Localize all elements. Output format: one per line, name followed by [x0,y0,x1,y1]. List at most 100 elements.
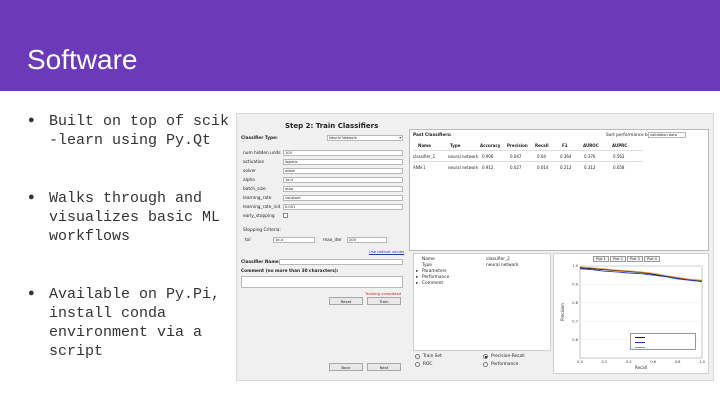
table-header-type: Type [450,143,461,148]
param-label: early_stopping [243,214,275,219]
table-cell: 0.04 [537,154,546,159]
past-classifiers-label: Past Classifiers: [413,133,452,138]
info-value: neural network [486,263,519,268]
info-key: Name [422,257,435,262]
param-field[interactable]: 0.001 [283,204,403,210]
plot-tab-2[interactable]: Plot 2 [610,256,626,262]
table-header-accuracy: Accuracy [480,143,501,148]
param-field[interactable]: auto [283,186,403,192]
expand-icon[interactable]: ▸ [416,281,418,286]
plot-tab-4[interactable]: Plot 4 [644,256,660,262]
chevron-down-icon: ▾ [399,136,401,140]
table-cell: 0.906 [482,154,494,159]
radio-precision-recall[interactable] [483,354,488,359]
stopping-criteria-label: Stopping Criteria: [243,228,281,233]
back-button[interactable]: Back [329,363,363,371]
use-defaults-link[interactable]: Use default values [369,249,404,254]
y-tick-label: 0.6 [572,338,578,342]
x-tick-label: 0.2 [602,360,608,364]
classifier-info-panel: Name classifier_2 Type neural network ▸ … [413,253,551,351]
y-tick-label: 1.0 [572,264,578,268]
table-divider [413,150,643,151]
plot-tab-3[interactable]: Plot 3 [627,256,643,262]
param-label: activation [243,160,265,165]
table-cell: 0.312 [584,165,596,170]
classifier-type-select[interactable]: Neural Network ▾ [327,135,403,141]
param-field[interactable]: constant [283,195,403,201]
y-tick-label: 0.8 [572,301,578,305]
slide-header: Software [0,0,720,91]
bullet-text: Walks through and visualizes basic ML wo… [49,190,221,245]
step-title: Step 2: Train Classifiers [285,122,379,130]
tol-field[interactable]: 1e-4 [273,237,315,243]
param-field[interactable]: logistic [283,159,403,165]
radio-roc[interactable] [415,362,420,367]
plot-legend [630,333,696,350]
classifier-name-input[interactable] [279,259,403,265]
param-label: learning_rate_init [243,205,281,210]
info-key: Type [422,263,432,268]
table-cell: classifier_1 [413,154,436,159]
param-label: num hidden units [243,151,281,156]
radio-label: Train Set [423,354,442,359]
info-key: Comment [422,281,444,286]
param-field[interactable]: adam [283,168,403,174]
bullet-dot-icon: ● [28,115,35,127]
comment-label: Comment (no more than 30 characters): [241,269,339,274]
reset-button[interactable]: Reset [329,297,363,305]
radio-label: Performance [491,362,519,367]
bullet-dot-icon: ● [28,192,35,204]
tol-label: tol [245,238,251,243]
table-cell: 0.014 [537,165,549,170]
x-axis-label: Recall [635,365,647,370]
x-tick-label: 0.6 [650,360,656,364]
table-cell: 0.563 [613,154,625,159]
app-screenshot: Step 2: Train Classifiers Classifier Typ… [236,113,714,381]
param-label: alpha [243,178,255,183]
table-header-recall: Recall [535,143,549,148]
param-label: learning_rate [243,196,272,201]
table-cell: ANN 1 [413,165,426,170]
bullet-text: Available on Py.Pi, install conda enviro… [49,286,221,360]
expand-icon[interactable]: ▸ [416,269,418,274]
table-header-auroc: AUROC [583,143,599,148]
radio-performance[interactable] [483,362,488,367]
max-iter-label: max_iter [323,238,342,243]
table-cell: 0.058 [613,165,625,170]
param-label: batch_size [243,187,266,192]
sort-select[interactable]: validation data [648,132,686,138]
info-value: classifier_2 [486,257,510,262]
table-cell: neural network [448,165,479,170]
expand-icon[interactable]: ▸ [416,275,418,280]
info-key: Parameters [422,269,447,274]
early-stopping-checkbox[interactable] [283,213,288,218]
train-button[interactable]: Train [367,297,401,305]
table-header-precision: Precision [507,143,528,148]
param-field[interactable]: 1e-4 [283,177,403,183]
max-iter-field[interactable]: 200 [347,237,387,243]
precision-recall-chart: 0.6 0.7 0.8 0.9 1.0 0.0 0.2 0.4 0.6 0.8 1.0 Recall P… [560,264,706,370]
legend-swatch [635,337,645,338]
comment-input[interactable] [241,276,403,288]
plot-tab-1[interactable]: Plot 1 [593,256,609,262]
table-divider [413,161,643,162]
radio-train-set[interactable] [415,354,420,359]
table-cell: 0.212 [560,165,572,170]
info-key: Performance [422,275,450,280]
classifier-name-label: Classifier Name: [241,260,281,265]
past-classifiers-panel: Past Classifiers: Sort performance by: v… [409,129,709,251]
param-field[interactable]: 100 [283,150,403,156]
table-cell: 0.376 [584,154,596,159]
sort-value: validation data [650,133,677,137]
classifier-type-value: Neural Network [329,136,358,140]
y-tick-label: 0.9 [572,283,578,287]
legend-swatch [635,347,645,348]
table-cell: 0.912 [482,165,494,170]
x-tick-label: 0.4 [626,360,632,364]
next-button[interactable]: Next [367,363,401,371]
bullet-text: Built on top of scik -learn using Py.Qt [49,113,230,149]
slide-title: Software [27,44,138,75]
param-label: solver [243,169,257,174]
y-axis-label: Precision [560,303,565,321]
x-tick-label: 0.0 [577,360,583,364]
